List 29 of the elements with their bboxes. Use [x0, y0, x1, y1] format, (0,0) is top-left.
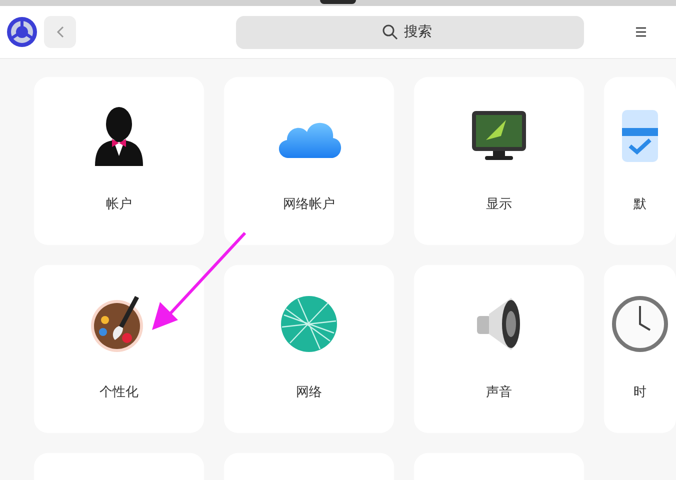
- module-card[interactable]: 默: [604, 77, 676, 245]
- clock-icon: [612, 296, 668, 352]
- menu-icon: [636, 27, 646, 37]
- back-button[interactable]: [44, 16, 76, 48]
- module-label: 默: [634, 196, 646, 213]
- search-icon: [382, 24, 398, 40]
- module-label: 显示: [486, 196, 512, 213]
- chevron-left-icon: [56, 26, 64, 38]
- person-silhouette-icon: [92, 106, 146, 166]
- module-label: 网络帐户: [283, 196, 335, 213]
- calendar-icon: [620, 110, 660, 162]
- module-card[interactable]: 网络帐户: [224, 77, 394, 245]
- search-input[interactable]: 搜索: [404, 24, 438, 40]
- menu-button[interactable]: [634, 25, 648, 39]
- search-bar[interactable]: 搜索: [236, 16, 584, 48]
- module-label: 帐户: [106, 196, 132, 213]
- globe-icon: [280, 295, 338, 353]
- gear-logo-icon[interactable]: [6, 16, 38, 48]
- module-label: 时: [634, 384, 646, 401]
- module-card[interactable]: 显示: [414, 77, 584, 245]
- module-card[interactable]: 网络: [224, 265, 394, 433]
- module-card[interactable]: 个性化: [34, 265, 204, 433]
- module-label: 声音: [486, 384, 512, 401]
- module-card[interactable]: 声音: [414, 265, 584, 433]
- monitor-icon: [471, 110, 527, 162]
- module-card[interactable]: 时: [604, 265, 676, 433]
- module-label: 网络: [296, 384, 322, 401]
- module-label: 个性化: [100, 384, 138, 401]
- module-card[interactable]: 帐户: [34, 77, 204, 245]
